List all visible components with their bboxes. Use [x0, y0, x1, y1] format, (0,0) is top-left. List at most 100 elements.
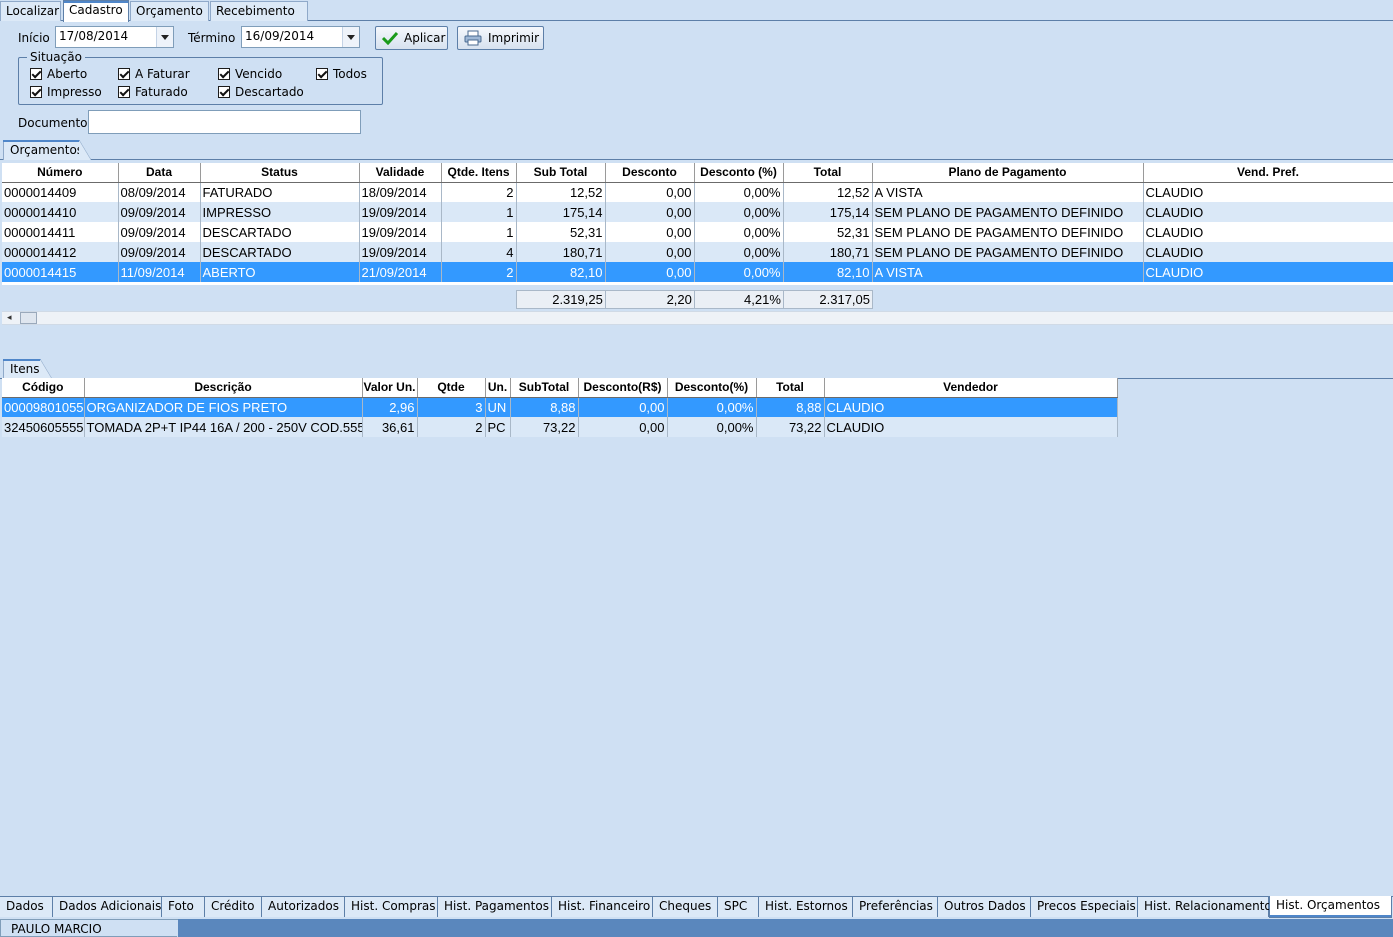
table-cell[interactable]: 0,00%	[667, 397, 757, 417]
table-cell[interactable]: 09/09/2014	[118, 202, 201, 222]
col-subtotal[interactable]: SubTotal	[510, 378, 579, 398]
table-cell[interactable]: 82,10	[783, 262, 873, 282]
table-cell[interactable]: 3	[417, 397, 486, 417]
table-cell[interactable]: CLAUDIO	[824, 417, 1118, 437]
table-cell[interactable]: 0,00%	[694, 182, 784, 202]
tab-cadastro[interactable]: Cadastro	[63, 0, 129, 22]
table-cell[interactable]: 11/09/2014	[118, 262, 201, 282]
table-cell[interactable]: 0000014415	[2, 262, 119, 282]
scroll-thumb[interactable]	[20, 312, 37, 324]
table-cell[interactable]: 0,00%	[694, 222, 784, 242]
table-cell[interactable]: 2	[417, 417, 486, 437]
tab-orcamentos[interactable]: Orçamentos	[3, 140, 91, 160]
documento-input[interactable]	[88, 110, 361, 134]
table-cell[interactable]: 12,52	[783, 182, 873, 202]
termino-date-picker[interactable]: 16/09/2014	[241, 26, 360, 48]
table-row[interactable]: 32450605555 TOMADA 2P+T IP44 16A / 200 - …	[2, 417, 1118, 437]
table-row[interactable]: 0000014412 09/09/2014 DESCARTADO 19/09/2014…	[2, 242, 1393, 262]
table-cell[interactable]: 2	[441, 182, 517, 202]
table-cell[interactable]: 1	[441, 202, 517, 222]
table-cell[interactable]: ORGANIZADOR DE FIOS PRETO	[84, 397, 363, 417]
col-desconto-rs[interactable]: Desconto(R$)	[578, 378, 668, 398]
col-validade[interactable]: Validade	[359, 163, 442, 183]
table-cell[interactable]: 19/09/2014	[359, 242, 442, 262]
table-cell[interactable]: 32450605555	[2, 417, 85, 437]
table-cell[interactable]: 0,00%	[667, 417, 757, 437]
tab-autorizados[interactable]: Autorizados	[262, 897, 345, 917]
table-cell[interactable]: 2	[441, 262, 517, 282]
table-cell[interactable]: IMPRESSO	[200, 202, 360, 222]
col-qtde-itens[interactable]: Qtde. Itens	[441, 163, 517, 183]
todos-checkbox[interactable]: Todos	[316, 67, 367, 81]
col-un[interactable]: Un.	[485, 378, 511, 398]
table-cell[interactable]: 0,00	[605, 182, 695, 202]
table-cell[interactable]: A VISTA	[872, 262, 1144, 282]
table-cell[interactable]: CLAUDIO	[1143, 262, 1393, 282]
table-cell[interactable]: 8,88	[510, 397, 579, 417]
vencido-checkbox[interactable]: Vencido	[218, 67, 282, 81]
faturado-checkbox[interactable]: Faturado	[118, 85, 188, 99]
table-cell[interactable]: 0,00	[605, 202, 695, 222]
table-cell[interactable]: 0,00%	[694, 262, 784, 282]
tab-hist-financeiro[interactable]: Hist. Financeiro	[552, 897, 653, 917]
tab-dados-adicionais[interactable]: Dados Adicionais	[53, 897, 162, 917]
a-faturar-checkbox[interactable]: A Faturar	[118, 67, 190, 81]
table-cell[interactable]: 0,00%	[694, 242, 784, 262]
table-cell[interactable]: 82,10	[516, 262, 606, 282]
table-row[interactable]: 0000014410 09/09/2014 IMPRESSO 19/09/2014 1 1…	[2, 202, 1393, 222]
table-cell[interactable]: 08/09/2014	[118, 182, 201, 202]
col-vendedor[interactable]: Vendedor	[824, 378, 1118, 398]
tab-preferencias[interactable]: Preferências	[853, 897, 938, 917]
col-valor-un[interactable]: Valor Un.	[362, 378, 418, 398]
descartado-checkbox[interactable]: Descartado	[218, 85, 304, 99]
imprimir-button[interactable]: Imprimir	[457, 26, 544, 50]
tab-hist-compras[interactable]: Hist. Compras	[345, 897, 438, 917]
table-cell[interactable]: 19/09/2014	[359, 202, 442, 222]
table-row[interactable]: 0000014409 08/09/2014 FATURADO 18/09/2014 2 1…	[2, 182, 1393, 202]
table-cell[interactable]: TOMADA 2P+T IP44 16A / 200 - 250V COD.55…	[84, 417, 363, 437]
table-cell[interactable]: FATURADO	[200, 182, 360, 202]
tab-localizar[interactable]: Localizar	[0, 1, 61, 21]
table-cell[interactable]: 1	[441, 222, 517, 242]
tab-hist-orcamentos[interactable]: Hist. Orçamentos	[1269, 896, 1392, 918]
table-cell[interactable]: 18/09/2014	[359, 182, 442, 202]
table-row-selected[interactable]: 0000014415 11/09/2014 ABERTO 21/09/2014 2 82,…	[2, 262, 1393, 282]
tab-outros-dados[interactable]: Outros Dados	[938, 897, 1031, 917]
table-cell[interactable]: 12,52	[516, 182, 606, 202]
tab-cheques[interactable]: Cheques	[653, 897, 718, 917]
table-cell[interactable]: UN	[485, 397, 511, 417]
dropdown-arrow-icon[interactable]	[342, 27, 359, 47]
table-cell[interactable]: 180,71	[783, 242, 873, 262]
inicio-date-picker[interactable]: 17/08/2014	[55, 26, 174, 48]
table-cell[interactable]: 0000014410	[2, 202, 119, 222]
tab-foto[interactable]: Foto	[162, 897, 205, 917]
table-cell[interactable]: 00009801055	[2, 397, 85, 417]
col-sub-total[interactable]: Sub Total	[516, 163, 606, 183]
col-numero[interactable]: Número	[2, 163, 119, 183]
table-cell[interactable]: 0,00	[578, 417, 668, 437]
col-plano-pagamento[interactable]: Plano de Pagamento	[872, 163, 1144, 183]
tab-itens[interactable]: Itens	[3, 359, 52, 379]
table-cell[interactable]: DESCARTADO	[200, 242, 360, 262]
orcamentos-horizontal-scrollbar[interactable]: ◂	[2, 311, 1393, 325]
table-cell[interactable]: 21/09/2014	[359, 262, 442, 282]
aplicar-button[interactable]: Aplicar	[375, 26, 448, 50]
table-cell[interactable]: 19/09/2014	[359, 222, 442, 242]
col-descricao[interactable]: Descrição	[84, 378, 363, 398]
col-vend-pref[interactable]: Vend. Pref.	[1143, 163, 1393, 183]
aberto-checkbox[interactable]: Aberto	[30, 67, 87, 81]
col-desconto-pct[interactable]: Desconto (%)	[694, 163, 784, 183]
tab-hist-pagamentos[interactable]: Hist. Pagamentos	[438, 897, 552, 917]
col-desconto-pct[interactable]: Desconto(%)	[667, 378, 757, 398]
col-desconto[interactable]: Desconto	[605, 163, 695, 183]
tab-hist-estornos[interactable]: Hist. Estornos	[759, 897, 853, 917]
table-cell[interactable]: 0,00	[605, 222, 695, 242]
table-cell[interactable]: 0,00	[605, 262, 695, 282]
table-cell[interactable]: 0000014412	[2, 242, 119, 262]
tab-spc[interactable]: SPC	[718, 897, 759, 917]
tab-dados[interactable]: Dados	[0, 897, 53, 917]
table-cell[interactable]: 52,31	[783, 222, 873, 242]
table-cell[interactable]: 36,61	[362, 417, 418, 437]
table-cell[interactable]: SEM PLANO DE PAGAMENTO DEFINIDO	[872, 222, 1144, 242]
tab-precos-especiais[interactable]: Precos Especiais	[1031, 897, 1138, 917]
